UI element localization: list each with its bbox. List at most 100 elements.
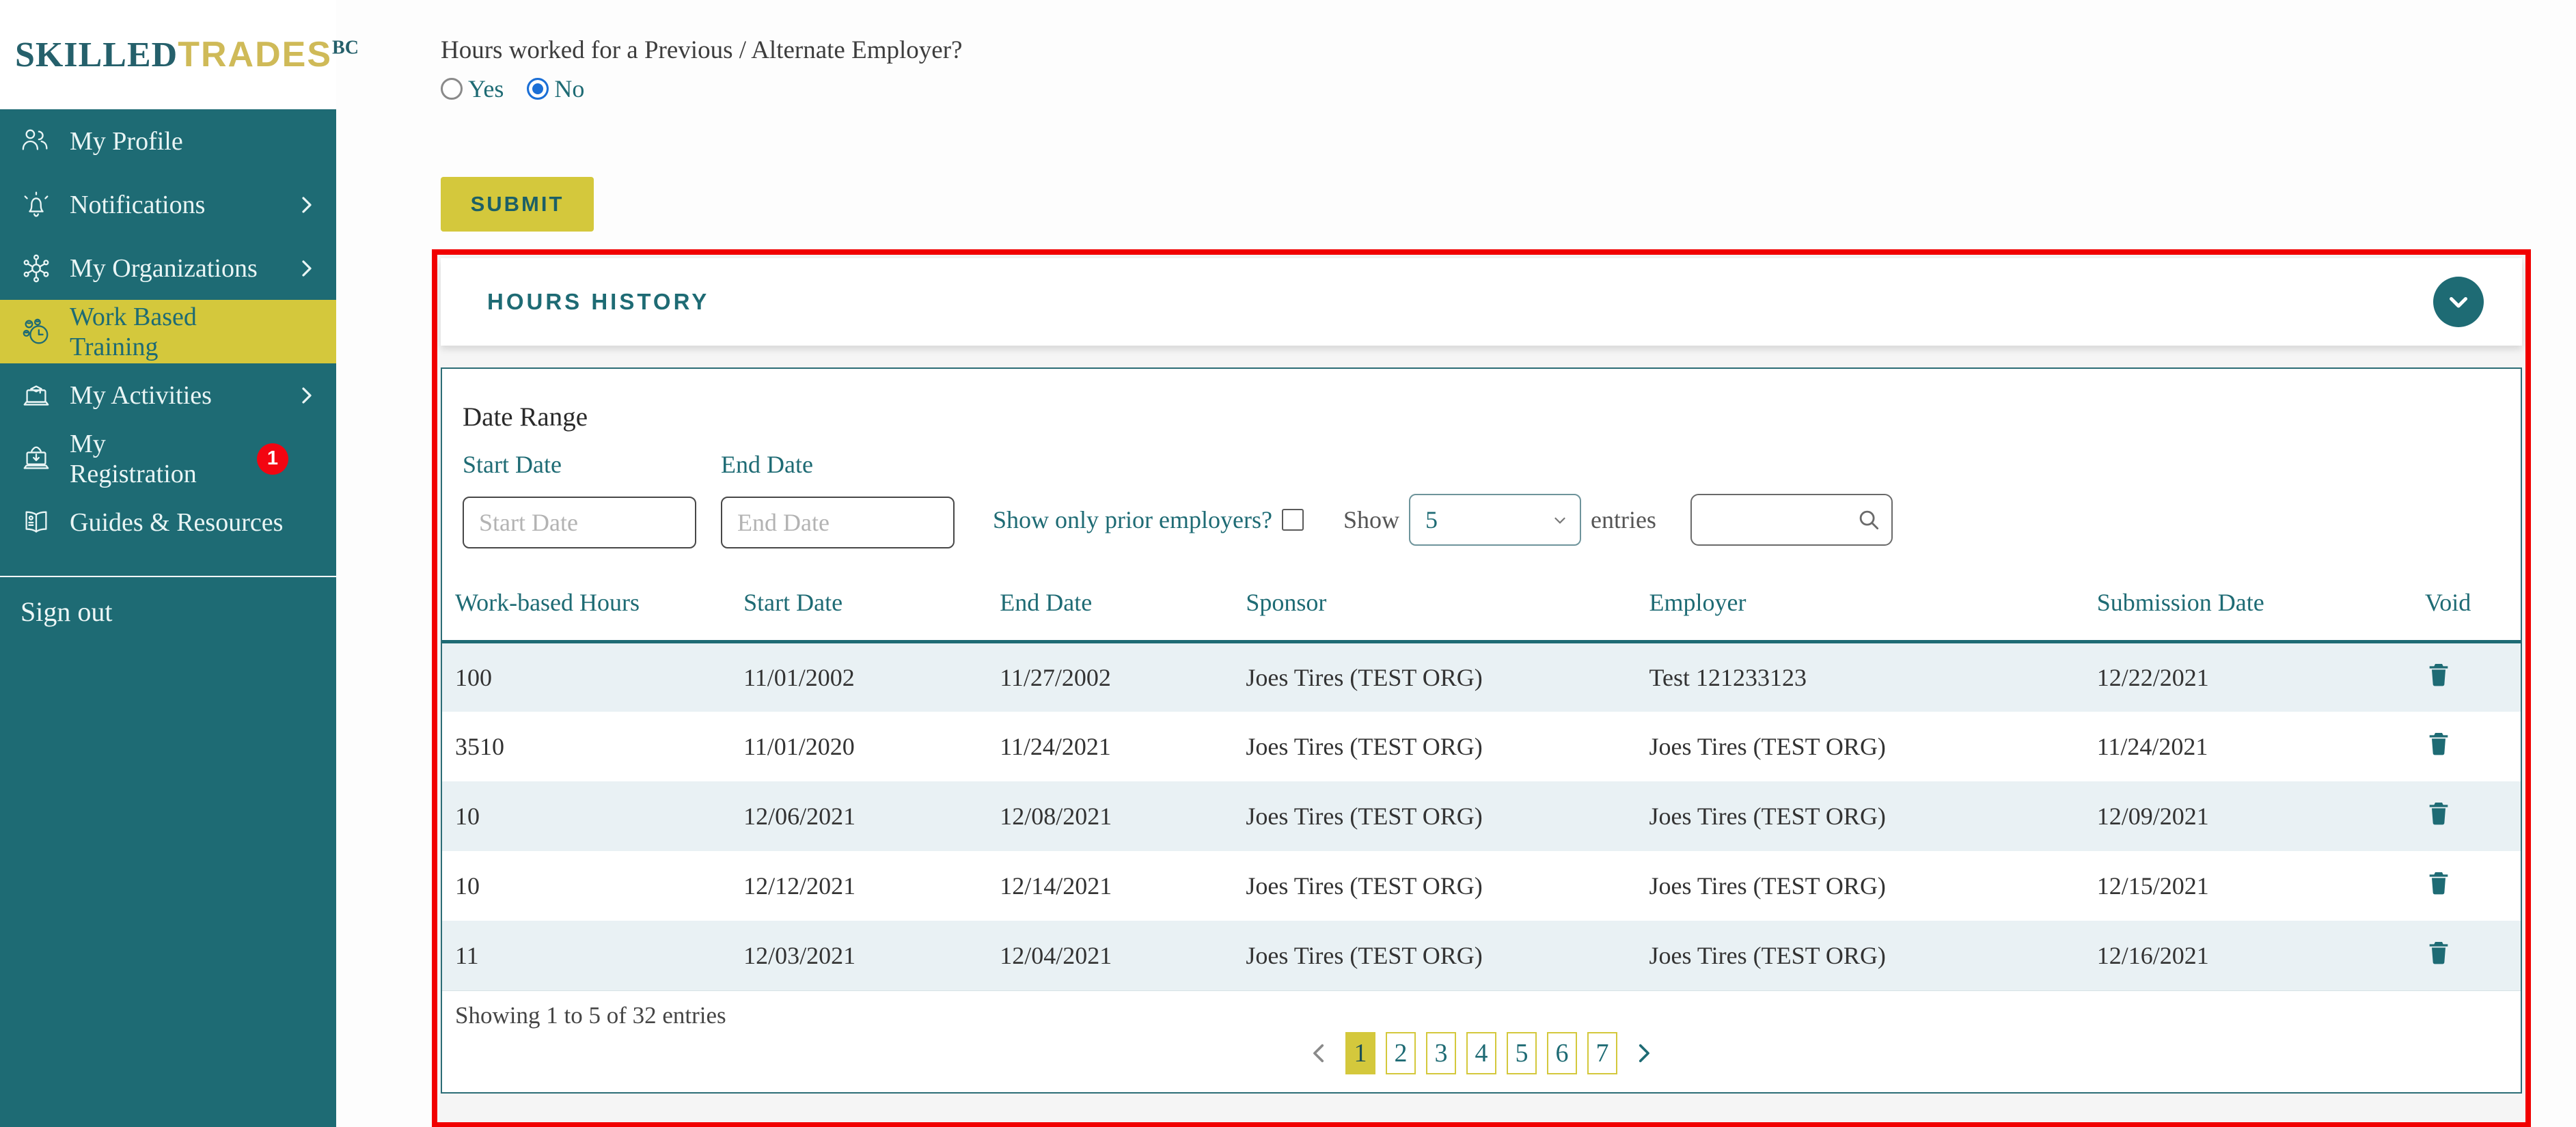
book-icon <box>20 507 52 538</box>
radio-label: Yes <box>468 75 504 102</box>
sidebar-item-label: Guides & Resources <box>70 507 284 537</box>
show-label: Show <box>1343 506 1399 533</box>
end-date-input[interactable] <box>721 497 955 548</box>
cell-end-date: 12/14/2021 <box>1000 872 1112 900</box>
pagination-page-3[interactable]: 3 <box>1426 1031 1456 1074</box>
bell-icon <box>20 189 52 221</box>
void-trash-icon[interactable] <box>2425 799 2452 826</box>
radio-label: No <box>554 75 585 102</box>
laptop-grad-icon <box>20 380 52 411</box>
chevron-right-icon <box>297 385 317 406</box>
logo-skilled: SKILLED <box>15 36 178 74</box>
sidebar-item-label: My Profile <box>70 126 183 156</box>
pagination-page-1[interactable]: 1 <box>1345 1031 1375 1074</box>
pagination-page-2[interactable]: 2 <box>1386 1031 1416 1074</box>
hours-history-section: HOURS HISTORY Date Range Start Date End … <box>432 249 2531 1127</box>
column-header-submission-date: Submission Date <box>2096 588 2425 643</box>
cell-submission-date: 11/24/2021 <box>2096 732 2208 760</box>
hours-history-header: HOURS HISTORY <box>441 258 2522 346</box>
collapse-toggle-button[interactable] <box>2433 277 2484 327</box>
logo[interactable]: SKILLEDTRADESBC <box>0 0 359 109</box>
cell-submission-date: 12/22/2021 <box>2096 663 2209 691</box>
pagination: 1234567 <box>442 1031 2521 1074</box>
cell-hours: 100 <box>455 663 492 691</box>
sidebar-item-work-based-training[interactable]: Work Based Training <box>0 300 336 363</box>
sign-out-button[interactable]: Sign out <box>0 577 336 645</box>
app-root: SKILLEDTRADESBC My Profile Notifications M… <box>0 0 2576 1127</box>
cell-hours: 10 <box>455 872 480 900</box>
start-date-input[interactable] <box>463 497 696 548</box>
column-header-start-date: Start Date <box>743 588 1000 643</box>
hours-history-title: HOURS HISTORY <box>487 289 710 314</box>
cell-submission-date: 12/09/2021 <box>2096 802 2209 830</box>
cell-hours: 3510 <box>455 732 504 760</box>
coins-clock-icon <box>20 316 52 348</box>
entries-select[interactable]: 5 <box>1408 494 1581 546</box>
radio-option-no[interactable]: No <box>527 74 584 103</box>
chevron-right-icon <box>297 258 317 279</box>
sidebar-item-my-organizations[interactable]: My Organizations <box>0 236 336 300</box>
sidebar-item-guides-resources[interactable]: Guides & Resources <box>0 490 336 554</box>
table-row: 3510 11/01/2020 11/24/2021 Joes Tires (TEST… <box>442 712 2521 781</box>
logo-trades: TRADES <box>178 35 333 74</box>
prior-employers-checkbox[interactable] <box>1281 509 1304 531</box>
cell-start-date: 11/01/2002 <box>743 663 855 691</box>
prior-employers-label: Show only prior employers? <box>993 506 1272 533</box>
sidebar-item-my-activities[interactable]: My Activities <box>0 363 336 427</box>
pagination-page-7[interactable]: 7 <box>1587 1031 1617 1074</box>
pagination-page-5[interactable]: 5 <box>1507 1031 1537 1074</box>
sidebar-item-my-registration[interactable]: My Registration 1 <box>0 427 336 490</box>
pagination-prev-icon[interactable] <box>1304 1042 1335 1065</box>
sidebar-item-my-profile[interactable]: My Profile <box>0 109 336 173</box>
void-trash-icon[interactable] <box>2425 660 2452 688</box>
laptop-download-icon <box>20 443 52 475</box>
cell-employer: Joes Tires (TEST ORG) <box>1649 872 1886 900</box>
cell-employer: Joes Tires (TEST ORG) <box>1649 802 1886 830</box>
column-header-sponsor: Sponsor <box>1246 588 1649 643</box>
table-body: 100 11/01/2002 11/27/2002 Joes Tires (TEST … <box>442 641 2521 990</box>
cell-start-date: 11/01/2020 <box>743 732 855 760</box>
cell-sponsor: Joes Tires (TEST ORG) <box>1246 802 1483 830</box>
submit-button[interactable]: SUBMIT <box>441 177 594 232</box>
radio-unselected-icon[interactable] <box>441 78 463 100</box>
chevron-right-icon <box>297 195 317 215</box>
column-header-void: Void <box>2424 588 2521 643</box>
end-date-label: End Date <box>721 451 813 478</box>
notification-count-badge: 1 <box>257 443 288 475</box>
cell-start-date: 12/12/2021 <box>743 872 856 900</box>
column-header-end-date: End Date <box>1000 588 1246 643</box>
pagination-page-4[interactable]: 4 <box>1466 1031 1496 1074</box>
table-footer: Showing 1 to 5 of 32 entries 1234567 <box>442 990 2521 1092</box>
column-header-employer: Employer <box>1649 588 2097 643</box>
entries-summary: Showing 1 to 5 of 32 entries <box>455 1001 726 1029</box>
cell-employer: Joes Tires (TEST ORG) <box>1649 732 1886 760</box>
table-row: 10 12/06/2021 12/08/2021 Joes Tires (TEST O… <box>442 781 2521 851</box>
cell-sponsor: Joes Tires (TEST ORG) <box>1246 941 1483 969</box>
void-trash-icon[interactable] <box>2425 729 2452 757</box>
sidebar-item-label: My Registration <box>70 429 197 488</box>
cell-start-date: 12/03/2021 <box>743 941 856 969</box>
sidebar: SKILLEDTRADESBC My Profile Notifications M… <box>0 0 359 1127</box>
filters-row: Start Date End Date Show only prior empl… <box>442 450 2521 548</box>
sidebar-item-label: Notifications <box>70 190 206 219</box>
radio-group: Yes No <box>441 74 2535 103</box>
sidebar-item-notifications[interactable]: Notifications <box>0 173 336 236</box>
cell-submission-date: 12/16/2021 <box>2096 941 2209 969</box>
network-icon <box>20 253 52 284</box>
entries-select-value: 5 <box>1425 506 1438 533</box>
radio-selected-icon[interactable] <box>527 78 549 100</box>
pagination-page-6[interactable]: 6 <box>1547 1031 1577 1074</box>
radio-option-yes[interactable]: Yes <box>441 74 504 103</box>
cell-sponsor: Joes Tires (TEST ORG) <box>1246 732 1483 760</box>
cell-end-date: 11/27/2002 <box>1000 663 1111 691</box>
column-header-work-based-hours: Work-based Hours <box>442 588 744 643</box>
cell-end-date: 12/08/2021 <box>1000 802 1112 830</box>
table-row: 100 11/01/2002 11/27/2002 Joes Tires (TEST … <box>442 641 2521 712</box>
pagination-next-icon[interactable] <box>1628 1042 1659 1065</box>
cell-hours: 11 <box>455 941 479 969</box>
void-trash-icon[interactable] <box>2425 938 2452 966</box>
question-label: Hours worked for a Previous / Alternate … <box>441 36 963 64</box>
void-trash-icon[interactable] <box>2425 869 2452 896</box>
entries-label: entries <box>1590 506 1656 533</box>
cell-end-date: 11/24/2021 <box>1000 732 1111 760</box>
